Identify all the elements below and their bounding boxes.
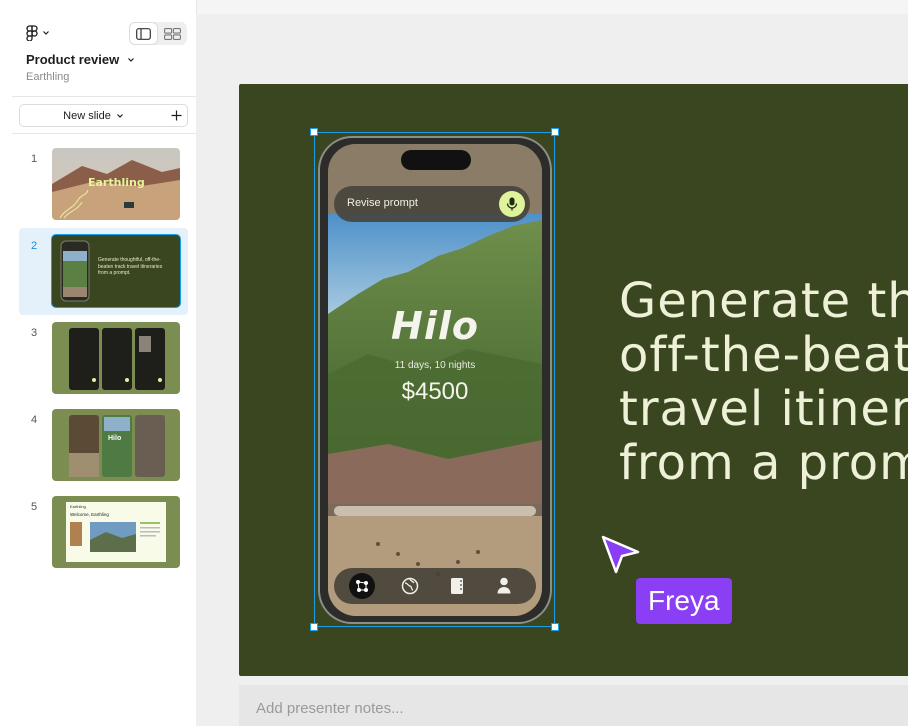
website-preview: Earthling Welcome, Earthling xyxy=(66,502,166,562)
slides-sidebar: Product review Earthling New slide 1 Ear… xyxy=(0,0,197,726)
resize-handle-top-left[interactable] xyxy=(310,128,318,136)
grid-icon xyxy=(164,27,181,40)
chevron-down-icon xyxy=(128,57,135,62)
collaborator-cursor-icon xyxy=(601,535,640,574)
slide-thumbnail-1[interactable]: 1 Earthling xyxy=(19,141,188,228)
slide-preview: Earthling xyxy=(52,148,180,220)
presenter-notes-placeholder: Add presenter notes... xyxy=(256,700,404,717)
coastal-photo-image xyxy=(70,522,160,552)
file-title: Product review xyxy=(26,52,120,67)
new-slide-button[interactable]: New slide xyxy=(19,104,168,127)
slide-number: 5 xyxy=(31,501,38,513)
slide-thumb-title: Hilo xyxy=(108,435,122,442)
view-toggle xyxy=(129,22,187,45)
slide-preview: Earthling Welcome, Earthling xyxy=(52,496,180,568)
sidebar-layout-icon xyxy=(136,27,151,40)
selection-box xyxy=(314,132,555,627)
slide-thumbnail-4[interactable]: 4 Hilo xyxy=(19,402,188,489)
add-slide-button[interactable] xyxy=(166,104,188,127)
resize-handle-top-right[interactable] xyxy=(551,128,559,136)
divider xyxy=(12,133,196,134)
slide-thumbnail-3[interactable]: 3 xyxy=(19,315,188,402)
resize-handle-bottom-right[interactable] xyxy=(551,623,559,631)
slide-preview: Hilo xyxy=(52,409,180,481)
headline-line: off-the-beat xyxy=(619,327,908,383)
slide-preview: Generate thoughtful, off-the-beaten trac… xyxy=(52,235,180,307)
slide-preview xyxy=(52,322,180,394)
slide-thumb-title: Earthling xyxy=(88,176,145,189)
new-slide-label: New slide xyxy=(63,109,111,122)
single-view-button[interactable] xyxy=(129,22,158,45)
main-menu-button[interactable] xyxy=(26,25,50,41)
three-phones-image xyxy=(69,328,165,390)
headline-line: Generate tho xyxy=(619,273,908,329)
grid-view-button[interactable] xyxy=(158,22,187,45)
slide-thumbnail-5[interactable]: 5 Earthling Welcome, Earthling xyxy=(19,489,188,576)
slide-thumbnail-2[interactable]: 2 Generate thoughtful, off-the-beaten tr… xyxy=(19,228,188,315)
resize-handle-bottom-left[interactable] xyxy=(310,623,318,631)
collaborator-name-tag: Freya xyxy=(636,578,732,624)
slide-thumb-text: Generate thoughtful, off-the-beaten trac… xyxy=(98,257,163,276)
file-title-button[interactable]: Product review xyxy=(26,52,135,67)
slide-number: 2 xyxy=(31,240,38,252)
presenter-notes[interactable]: Add presenter notes... xyxy=(239,685,908,726)
chevron-down-icon xyxy=(116,113,123,118)
three-phones-image xyxy=(69,415,165,477)
figma-logo-icon xyxy=(26,25,38,41)
chevron-down-icon xyxy=(43,31,49,35)
plus-icon xyxy=(171,110,182,121)
headline-line: from a promp xyxy=(619,435,908,491)
project-name: Earthling xyxy=(26,71,70,83)
divider xyxy=(12,96,196,97)
slide-number: 4 xyxy=(31,414,38,426)
headline-line: travel itinera xyxy=(619,381,908,437)
slide-number: 3 xyxy=(31,327,38,339)
slide-headline[interactable]: Generate tho off-the-beat travel itinera… xyxy=(619,274,908,490)
slide-number: 1 xyxy=(31,153,38,165)
